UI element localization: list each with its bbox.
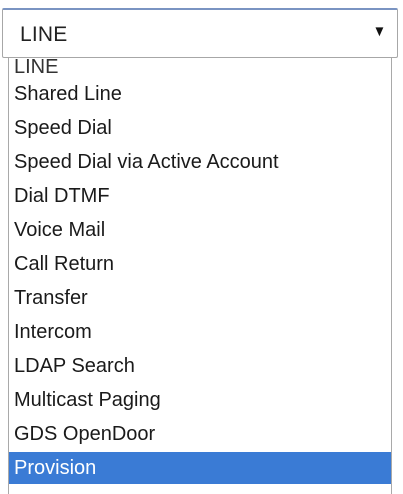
option-multicast-paging[interactable]: Multicast Paging [9,384,391,418]
option-call-return[interactable]: Call Return [9,248,391,282]
option-line[interactable]: LINE [9,58,391,78]
option-speed-dial[interactable]: Speed Dial [9,112,391,146]
option-dial-dtmf[interactable]: Dial DTMF [9,180,391,214]
option-intercom[interactable]: Intercom [9,316,391,350]
option-gds-opendoor[interactable]: GDS OpenDoor [9,418,391,452]
option-speed-dial-via-active-account[interactable]: Speed Dial via Active Account [9,146,391,180]
dropdown-list: LINE Shared Line Speed Dial Speed Dial v… [8,58,392,494]
option-provision[interactable]: Provision [9,452,391,484]
option-ldap-search[interactable]: LDAP Search [9,350,391,384]
option-voice-mail[interactable]: Voice Mail [9,214,391,248]
option-shared-line[interactable]: Shared Line [9,78,391,112]
select-current-value: LINE [20,23,68,46]
triangle-down-icon[interactable]: ▼ [373,23,386,40]
option-transfer[interactable]: Transfer [9,282,391,316]
key-mode-select[interactable]: LINE ▼ [2,8,398,58]
key-mode-select-widget: LINE ▼ LINE Shared Line Speed Dial Speed… [0,0,403,494]
